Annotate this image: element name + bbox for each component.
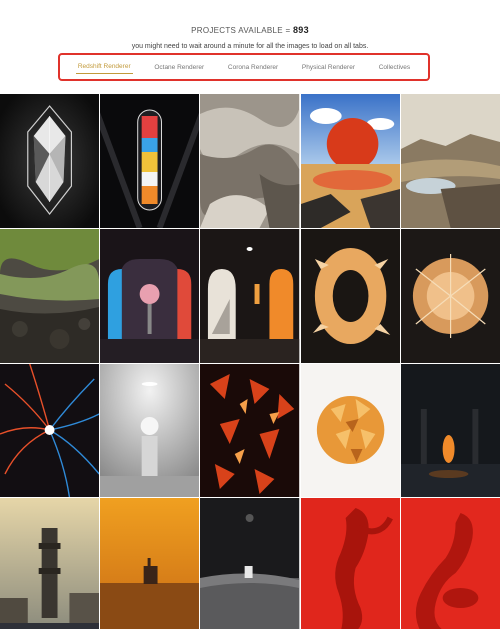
red-figure-sitting-image: [400, 498, 500, 629]
gallery-item-lava-shards[interactable]: [200, 364, 300, 497]
gallery-item-stairs-arch[interactable]: [200, 229, 300, 363]
golden-ring-image: [300, 229, 400, 363]
projects-label: PROJECTS AVAILABLE =: [191, 26, 291, 35]
tab-redshift-renderer[interactable]: Redshift Renderer: [75, 60, 133, 74]
gallery-item-golden-ring[interactable]: [300, 229, 400, 363]
glowing-capsule-image: [100, 94, 200, 228]
gallery-item-glowing-capsule[interactable]: [100, 94, 200, 228]
tab-octane-renderer[interactable]: Octane Renderer: [152, 61, 206, 74]
gallery-item-red-sphere-sunset[interactable]: [300, 94, 400, 228]
lava-shards-image: [200, 364, 300, 497]
rocky-canyon-image: [200, 94, 300, 228]
gallery-item-red-figure-pose[interactable]: [300, 498, 400, 629]
gallery-item-orange-desert[interactable]: [100, 498, 200, 629]
gallery-item-amber-sphere[interactable]: [300, 364, 400, 497]
gallery-item-lunar-surface[interactable]: [200, 498, 300, 629]
loading-note: you might need to wait around a minute f…: [131, 43, 369, 50]
tabs-highlight-box: Redshift Renderer Octane Renderer Corona…: [58, 53, 430, 81]
gallery-item-golden-spiky-sphere[interactable]: [400, 229, 500, 363]
gallery-item-white-pedestal[interactable]: [100, 364, 200, 497]
tab-collectives[interactable]: Collectives: [377, 61, 412, 74]
dark-pillars-image: [400, 364, 500, 497]
red-figure-pose-image: [300, 498, 400, 629]
renderer-tabs: Redshift Renderer Octane Renderer Corona…: [60, 55, 428, 79]
crystal-diamond-image: [0, 94, 100, 228]
lunar-surface-image: [200, 498, 300, 629]
gallery-item-dark-pillars[interactable]: [400, 364, 500, 497]
projects-count: 893: [292, 25, 309, 35]
golden-spiky-sphere-image: [400, 229, 500, 363]
projects-count-line: PROJECTS AVAILABLE = 893: [0, 25, 500, 35]
desert-plateau-image: [400, 94, 500, 228]
stairs-arch-image: [200, 229, 300, 363]
gallery-item-energy-burst[interactable]: [0, 364, 100, 497]
header: PROJECTS AVAILABLE = 893 you might need …: [0, 0, 500, 94]
gallery-item-rocky-canyon[interactable]: [200, 94, 300, 228]
gallery-item-red-arch-orb[interactable]: [100, 229, 200, 363]
industrial-tower-image: [0, 498, 100, 629]
tab-physical-renderer[interactable]: Physical Renderer: [300, 61, 357, 74]
white-pedestal-image: [100, 364, 200, 497]
gallery-item-industrial-tower[interactable]: [0, 498, 100, 629]
red-sphere-sunset-image: [300, 94, 400, 228]
orange-desert-image: [100, 498, 200, 629]
energy-burst-image: [0, 364, 100, 497]
amber-sphere-image: [300, 364, 400, 497]
gallery-grid: [0, 94, 500, 629]
mossy-terrain-image: [0, 229, 100, 363]
red-arch-orb-image: [100, 229, 200, 363]
tab-corona-renderer[interactable]: Corona Renderer: [226, 61, 280, 74]
gallery-item-mossy-terrain[interactable]: [0, 229, 100, 363]
gallery-item-red-figure-sitting[interactable]: [400, 498, 500, 629]
gallery-item-crystal-diamond[interactable]: [0, 94, 100, 228]
gallery-item-desert-plateau[interactable]: [400, 94, 500, 228]
